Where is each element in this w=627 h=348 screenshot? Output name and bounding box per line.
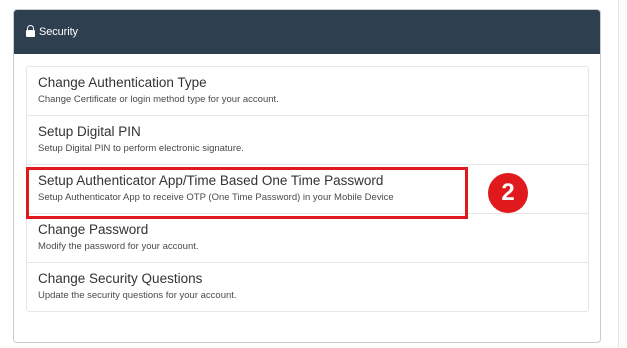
option-title: Setup Digital PIN (38, 124, 141, 139)
option-title: Change Password (38, 222, 149, 237)
panel-header: Security (14, 10, 600, 54)
option-title: Change Security Questions (38, 271, 203, 286)
option-title: Change Authentication Type (38, 75, 207, 90)
option-description: Modify the password for your account. (38, 241, 199, 252)
window-edge (618, 0, 627, 348)
lock-icon (26, 25, 35, 37)
panel-title: Security (39, 26, 78, 38)
option-change-password[interactable]: Change Password Modify the password for … (26, 213, 589, 263)
highlight-box (26, 167, 468, 219)
option-change-security-questions[interactable]: Change Security Questions Update the sec… (26, 262, 589, 312)
option-setup-digital-pin[interactable]: Setup Digital PIN Setup Digital PIN to p… (26, 115, 589, 165)
option-change-authentication-type[interactable]: Change Authentication Type Change Certif… (26, 66, 589, 116)
page: Security Change Authentication Type Chan… (0, 0, 627, 348)
option-description: Change Certificate or login method type … (38, 94, 279, 105)
option-description: Setup Digital PIN to perform electronic … (38, 143, 244, 154)
step-number-badge: 2 (488, 173, 528, 213)
option-description: Update the security questions for your a… (38, 290, 237, 301)
